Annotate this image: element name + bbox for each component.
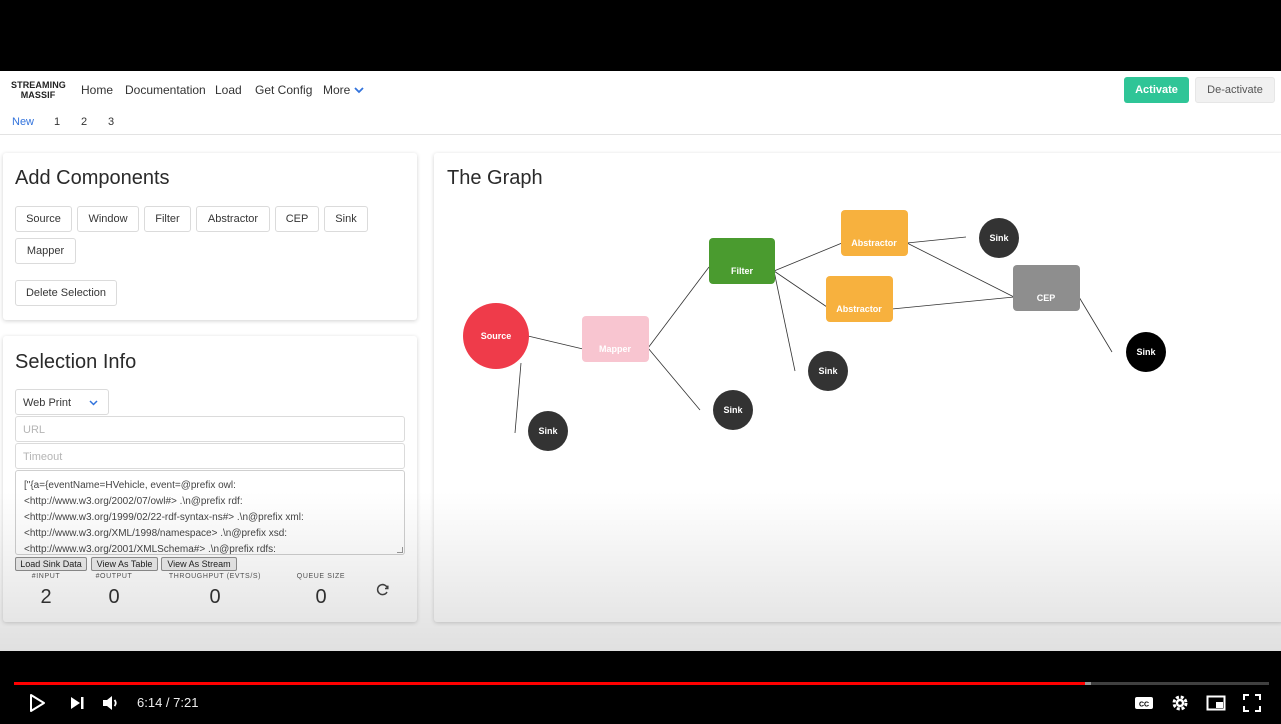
edge-filter-abstractor1 — [773, 242, 843, 272]
settings-gear-icon[interactable] — [1169, 692, 1191, 714]
edge-source-sink1 — [514, 362, 522, 434]
edge-source-mapper — [527, 335, 584, 350]
video-player: STREAMING MASSIF Home Documentation Load… — [0, 0, 1281, 724]
volume-icon[interactable] — [100, 692, 122, 714]
graph-canvas[interactable]: Source Mapper Filter Abstractor Abstract… — [0, 71, 1281, 651]
node-label: Sink — [723, 405, 743, 415]
graph-node-abstractor-1[interactable]: Abstractor — [841, 210, 908, 256]
edge-mapper-filter — [647, 266, 710, 349]
node-label: Mapper — [599, 344, 632, 354]
edge-cep-sink5 — [1078, 296, 1113, 353]
graph-node-mapper[interactable]: Mapper — [582, 316, 649, 362]
graph-node-sink-3[interactable]: Sink — [808, 351, 848, 391]
fullscreen-icon[interactable] — [1241, 692, 1263, 714]
svg-text:CC: CC — [1139, 702, 1149, 709]
next-icon[interactable] — [66, 692, 88, 714]
progress-bar[interactable] — [14, 682, 1269, 685]
graph-node-sink-4[interactable]: Sink — [979, 218, 1019, 258]
captions-icon[interactable]: CC — [1133, 692, 1155, 714]
graph-node-sink-2[interactable]: Sink — [713, 390, 753, 430]
node-label: Sink — [989, 233, 1009, 243]
edge-filter-abstractor2 — [773, 270, 828, 308]
progress-played — [14, 682, 1085, 685]
graph-node-sink-5[interactable]: Sink — [1126, 332, 1166, 372]
edge-mapper-sink2 — [647, 347, 701, 411]
node-label: Source — [481, 331, 512, 341]
node-label: Sink — [818, 366, 838, 376]
play-icon[interactable] — [25, 692, 47, 714]
edge-abstractor1-sink4 — [906, 236, 967, 244]
node-label: Filter — [731, 266, 754, 276]
graph-node-sink-1[interactable]: Sink — [528, 411, 568, 451]
edge-filter-sink3 — [773, 270, 796, 372]
graph-node-abstractor-2[interactable]: Abstractor — [826, 276, 893, 322]
node-label: CEP — [1037, 293, 1056, 303]
graph-node-filter[interactable]: Filter — [709, 238, 775, 284]
node-label: Abstractor — [851, 238, 897, 248]
miniplayer-icon[interactable] — [1205, 692, 1227, 714]
node-label: Sink — [538, 426, 558, 436]
time-display: 6:14 / 7:21 — [137, 695, 199, 710]
graph-node-source[interactable]: Source — [463, 303, 529, 369]
node-label: Sink — [1136, 347, 1156, 357]
graph-node-cep[interactable]: CEP — [1013, 265, 1080, 311]
video-frame[interactable]: STREAMING MASSIF Home Documentation Load… — [0, 71, 1281, 651]
edge-abstractor2-cep — [891, 296, 1015, 310]
node-label: Abstractor — [836, 304, 882, 314]
